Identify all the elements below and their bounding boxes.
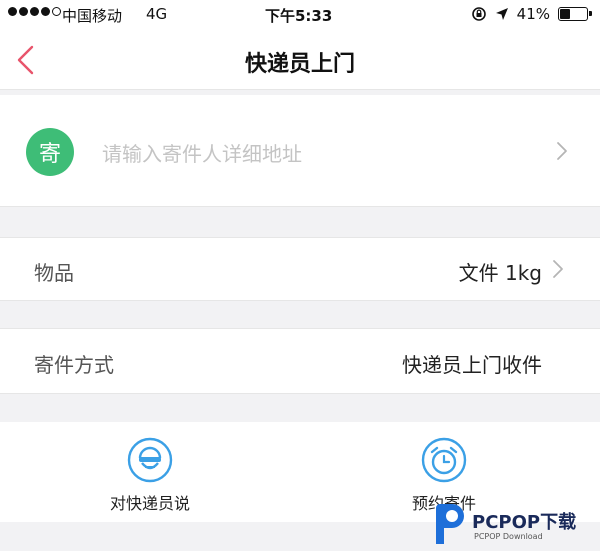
sender-address-placeholder[interactable]: 请输入寄件人详细地址 (102, 138, 302, 167)
watermark-subtitle: PCPOP Download (474, 532, 543, 541)
signal-strength-icon (8, 7, 61, 16)
network-type: 4G (146, 5, 168, 23)
battery-icon (558, 7, 592, 21)
pcpop-logo-icon (436, 504, 464, 544)
talk-to-courier-button[interactable]: 对快递员说 (70, 422, 230, 522)
sender-badge: 寄 (26, 128, 74, 176)
carrier-name: 中国移动 (62, 7, 123, 25)
battery-percent: 41% (516, 5, 550, 23)
status-time: 下午5:33 (265, 7, 333, 25)
item-label: 物品 (34, 261, 74, 285)
send-method-value: 快递员上门收件 (402, 353, 542, 377)
lock-rotation-icon (471, 7, 486, 21)
navigation-bar: 快递员上门 (0, 30, 600, 90)
page-title: 快递员上门 (244, 52, 355, 77)
location-arrow-icon (495, 8, 508, 20)
courier-icon (127, 437, 173, 483)
send-method-label: 寄件方式 (34, 353, 114, 377)
chevron-right-icon (557, 142, 567, 160)
talk-to-courier-label: 对快递员说 (109, 494, 190, 513)
watermark-brand: PCPOP下载 (472, 512, 577, 533)
status-bar: 中国移动 4G 下午5:33 41% (0, 0, 600, 30)
chevron-right-icon (553, 260, 563, 278)
watermark: PCPOP下载 PCPOP Download (432, 500, 600, 548)
alarm-clock-icon (421, 437, 467, 483)
item-value: 文件 1kg (458, 261, 542, 285)
